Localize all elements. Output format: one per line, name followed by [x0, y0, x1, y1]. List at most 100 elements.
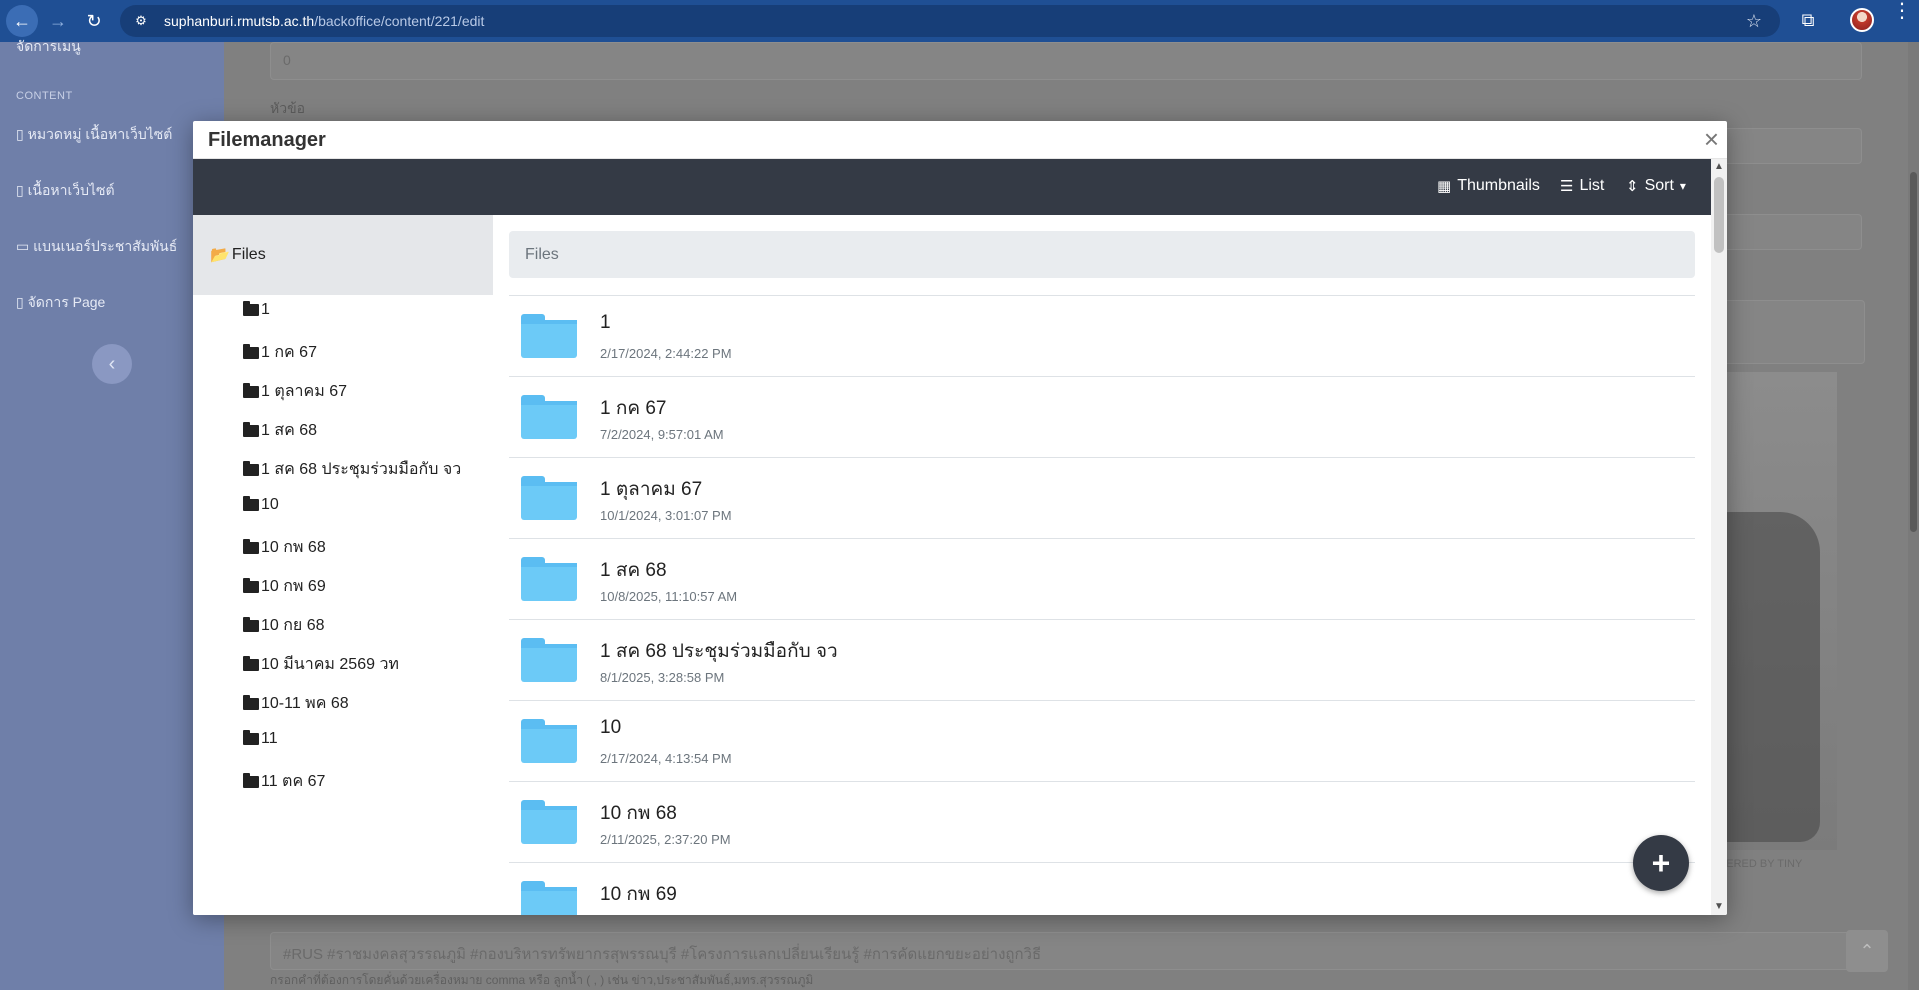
tree-item[interactable]: 1 สค 68: [243, 418, 317, 443]
file-row[interactable]: 1 กค 67 7/2/2024, 9:57:01 AM: [509, 376, 1695, 457]
file-date: 7/2/2024, 9:57:01 AM: [600, 427, 724, 442]
folder-icon: [521, 395, 577, 439]
folder-tree: 📂 Files 1 1 กค 67 1 ตุลาคม 67 1 สค 68 1 ส…: [193, 215, 493, 915]
list-view-button[interactable]: ☰ List: [1560, 177, 1604, 195]
folder-icon: [243, 655, 259, 671]
tree-item[interactable]: 10 กพ 69: [243, 574, 326, 599]
sidebar-item-page[interactable]: ▯ จัดการ Page: [16, 292, 105, 314]
folder-icon: [243, 694, 259, 710]
thumbnails-view-button[interactable]: ▦ Thumbnails: [1437, 177, 1540, 195]
file-name: 10: [600, 717, 622, 738]
tree-item[interactable]: 11 ตค 67: [243, 769, 325, 794]
tree-item-label: 10 กพ 69: [261, 578, 326, 595]
tree-item-label: 1 สค 68: [261, 422, 318, 439]
url-host: suphanburi.rmutsb.ac.th: [164, 13, 315, 29]
folder-icon: [243, 577, 259, 593]
tags-input[interactable]: #RUS #ราชมงคลสุวรรณภูมิ #กองบริหารทรัพยา…: [270, 932, 1862, 970]
tree-item-label: 1 ตุลาคม 67: [261, 383, 348, 400]
file-row[interactable]: 10 2/17/2024, 4:13:54 PM: [509, 700, 1695, 781]
file-name: 1: [600, 312, 611, 333]
file-name: 10 กพ 69: [600, 884, 677, 905]
order-field[interactable]: [270, 42, 1862, 80]
title-label: หัวข้อ: [270, 100, 306, 116]
file-name: 1 สค 68: [600, 560, 667, 581]
add-button[interactable]: +: [1633, 835, 1689, 891]
tree-root-files[interactable]: 📂 Files: [193, 215, 493, 295]
file-row[interactable]: 1 สค 68 ประชุมร่วมมือกับ จว 8/1/2025, 3:…: [509, 619, 1695, 700]
file-date: 10/8/2025, 11:10:57 AM: [600, 589, 738, 604]
tree-item[interactable]: 1: [243, 301, 270, 319]
sidebar-item-label: จัดการ Page: [27, 294, 106, 310]
file-row[interactable]: 1 2/17/2024, 2:44:22 PM: [509, 295, 1695, 376]
folder-icon: [521, 638, 577, 682]
file-name: 1 กค 67: [600, 398, 667, 419]
scroll-down-arrow-icon[interactable]: ▼: [1714, 901, 1724, 912]
file-row[interactable]: 10 กพ 68 2/11/2025, 2:37:20 PM: [509, 781, 1695, 862]
sort-icon: ⇕: [1626, 178, 1639, 195]
tree-item-label: 1 กค 67: [261, 344, 317, 361]
back-button[interactable]: ←: [6, 5, 38, 37]
modal-scrollbar[interactable]: ▲ ▼: [1711, 159, 1727, 915]
url-path: /backoffice/content/221/edit: [314, 13, 485, 29]
site-settings-icon[interactable]: ⚙: [132, 12, 150, 30]
sort-dropdown-button[interactable]: ⇕ Sort ▾: [1626, 177, 1686, 195]
chevron-left-icon: ‹: [108, 352, 116, 375]
title-field[interactable]: [1720, 128, 1862, 164]
tree-item[interactable]: 1 ตุลาคม 67: [243, 379, 347, 404]
address-bar[interactable]: ⚙ suphanburi.rmutsb.ac.th/backoffice/con…: [120, 5, 1780, 37]
reload-button[interactable]: ↻: [78, 5, 110, 37]
sidebar-item-label: หมวดหมู่ เนื้อหาเว็บไซต์: [27, 126, 173, 142]
tree-item[interactable]: 10 มีนาคม 2569 วท: [243, 652, 399, 677]
close-icon[interactable]: ×: [1704, 125, 1719, 153]
file-row[interactable]: 1 ตุลาคม 67 10/1/2024, 3:01:07 PM: [509, 457, 1695, 538]
tree-item-label: 1 สค 68 ประชุมร่วมมือกับ จว: [261, 461, 462, 478]
tree-item-label: 11 ตค 67: [261, 773, 326, 790]
folder-icon: [521, 476, 577, 520]
sidebar-collapse-button[interactable]: ‹: [92, 344, 132, 384]
folder-icon: [243, 301, 259, 316]
modal-body: ▦ Thumbnails ☰ List ⇕ Sort ▾ 📂 Files 1 1 …: [193, 159, 1727, 915]
text-field[interactable]: [1720, 214, 1862, 250]
thumbnails-label: Thumbnails: [1457, 177, 1540, 194]
folder-open-icon: 📂: [210, 247, 230, 264]
modal-scrollbar-thumb[interactable]: [1714, 177, 1724, 253]
sidebar-item-menu[interactable]: จัดการเมนู: [16, 36, 81, 58]
scroll-to-top-button[interactable]: ⌃: [1846, 930, 1888, 972]
tree-item-label: 1: [261, 301, 270, 318]
sidebar-item-banner[interactable]: ▭ แบนเนอร์ประชาสัมพันธ์: [16, 236, 177, 258]
file-row[interactable]: 10 กพ 69: [509, 862, 1695, 915]
scroll-up-arrow-icon[interactable]: ▲: [1714, 161, 1724, 172]
browser-menu-icon[interactable]: ⋮: [1892, 1, 1912, 21]
tree-item[interactable]: 1 สค 68 ประชุมร่วมมือกับ จว: [243, 457, 461, 482]
file-date: 2/11/2025, 2:37:20 PM: [600, 832, 731, 847]
sidebar-item-label: แบนเนอร์ประชาสัมพันธ์: [33, 238, 178, 254]
sidebar-item-content[interactable]: ▯ เนื้อหาเว็บไซต์: [16, 180, 115, 202]
folder-icon: [521, 881, 577, 915]
file-row[interactable]: 1 สค 68 10/8/2025, 11:10:57 AM: [509, 538, 1695, 619]
bookmark-star-icon[interactable]: ☆: [1746, 11, 1762, 32]
folder-icon: [243, 496, 259, 511]
tree-item[interactable]: 1 กค 67: [243, 340, 317, 365]
page-scrollbar-thumb[interactable]: [1910, 172, 1917, 532]
folder-icon: [243, 772, 259, 788]
tree-item[interactable]: 10 กย 68: [243, 613, 325, 638]
forward-button[interactable]: →: [42, 5, 74, 37]
tree-item[interactable]: 10: [243, 496, 279, 514]
folder-icon: [243, 343, 259, 359]
url-text[interactable]: suphanburi.rmutsb.ac.th/backoffice/conte…: [164, 13, 484, 29]
tree-item[interactable]: 11: [243, 730, 278, 748]
sidebar-item-category[interactable]: ▯ หมวดหมู่ เนื้อหาเว็บไซต์: [16, 124, 172, 146]
file-date: 2/17/2024, 2:44:22 PM: [600, 346, 732, 361]
tree-item-label: 10-11 พค 68: [261, 695, 349, 712]
profile-avatar[interactable]: [1850, 8, 1874, 32]
tree-item[interactable]: 10-11 พค 68: [243, 691, 349, 716]
file-name: 10 กพ 68: [600, 803, 677, 824]
list-label: List: [1579, 177, 1605, 194]
file-name: 1 สค 68 ประชุมร่วมมือกับ จว: [600, 641, 838, 662]
filemanager-modal: Filemanager × ▦ Thumbnails ☰ List ⇕ Sort…: [193, 121, 1727, 915]
editor-toolbar: [1720, 300, 1865, 364]
folder-icon: [243, 538, 259, 554]
extensions-icon[interactable]: ⧉: [1796, 8, 1820, 32]
tree-item[interactable]: 10 กพ 68: [243, 535, 326, 560]
folder-icon: [521, 557, 577, 601]
